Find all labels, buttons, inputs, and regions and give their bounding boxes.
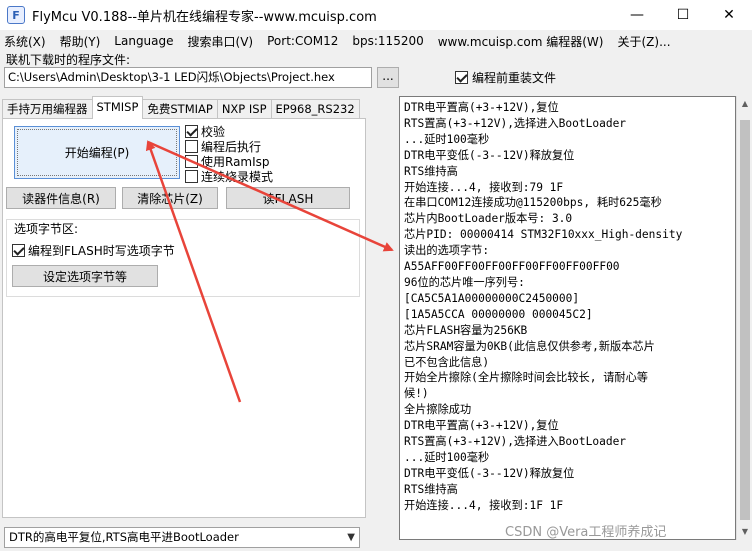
log-output[interactable]: DTR电平置高(+3-+12V),复位 RTS置高(+3-+12V),选择进入B… <box>399 96 736 540</box>
scrollbar-thumb[interactable] <box>740 120 750 520</box>
minimize-button[interactable]: — <box>614 0 660 30</box>
start-programming-button[interactable]: 开始编程(P) <box>14 126 180 179</box>
tab-handheld-programmer[interactable]: 手持万用编程器 <box>2 99 93 119</box>
menu-port[interactable]: Port:COM12 <box>267 34 338 48</box>
window-title: FlyMcu V0.188--单片机在线编程专家--www.mcuisp.com <box>32 9 377 25</box>
log-line: 开始全片擦除(全片擦除时间会比较长, 请耐心等 <box>404 371 648 385</box>
continuous-burn-label: 连续烧录模式 <box>201 170 274 184</box>
log-line: DTR电平置高(+3-+12V),复位 <box>404 419 559 433</box>
title-bar: F FlyMcu V0.188--单片机在线编程专家--www.mcuisp.c… <box>0 0 752 30</box>
log-line: 开始连接...4, 接收到:1F 1F <box>404 498 564 512</box>
reload-checkbox[interactable] <box>455 71 468 84</box>
menu-programmer[interactable]: www.mcuisp.com 编程器(W) <box>438 33 604 50</box>
watermark: CSDN @Vera工程师养成记 <box>505 525 667 540</box>
log-line: DTR电平置高(+3-+12V),复位 <box>404 101 559 114</box>
focus-rectangle <box>17 129 177 176</box>
log-line: RTS维持高 <box>404 164 458 178</box>
menu-bar: 系统(X) 帮助(Y) Language 搜索串口(V) Port:COM12 … <box>0 30 752 52</box>
log-line: 芯片内BootLoader版本号: 3.0 <box>404 212 573 226</box>
log-line: ...延时100毫秒 <box>404 132 490 146</box>
log-line: A55AFF00FF00FF00FF00FF00FF00FF00 <box>404 260 620 274</box>
use-ramisp-checkbox[interactable] <box>185 155 198 168</box>
log-line: ...延时100毫秒 <box>404 450 490 464</box>
verify-checkbox[interactable] <box>185 125 198 138</box>
log-line: 候!) <box>404 387 429 401</box>
log-line: 芯片PID: 00000414 STM32F10xxx_High-density <box>404 228 683 242</box>
option-bytes-group-label: 选项字节区: <box>12 220 81 237</box>
log-line: 在串口COM12连接成功@115200bps, 耗时625毫秒 <box>404 196 662 210</box>
log-line: 开始连接...4, 接收到:79 1F <box>404 180 564 194</box>
maximize-button[interactable]: ☐ <box>660 0 706 30</box>
log-line: 芯片SRAM容量为0KB(此信息仅供参考,新版本芯片 <box>404 339 655 353</box>
tab-strip: 手持万用编程器 STMISP 免费STMIAP NXP ISP EP968_RS… <box>2 96 360 119</box>
log-line: 全片擦除成功 <box>404 403 472 417</box>
log-line: RTS置高(+3-+12V),选择进入BootLoader <box>404 116 627 130</box>
write-option-bytes-checkbox[interactable] <box>12 244 25 257</box>
set-option-bytes-button[interactable]: 设定选项字节等 <box>12 265 158 287</box>
menu-bps[interactable]: bps:115200 <box>352 34 423 48</box>
program-file-label: 联机下载时的程序文件: <box>6 53 131 67</box>
browse-file-button[interactable]: ... <box>377 67 399 88</box>
scroll-up-icon[interactable]: ▲ <box>737 96 752 112</box>
log-line: 已不包含此信息) <box>404 355 490 369</box>
reload-label: 编程前重装文件 <box>472 71 557 85</box>
tab-free-stmiap[interactable]: 免费STMIAP <box>142 99 218 119</box>
menu-language[interactable]: Language <box>114 34 173 48</box>
continuous-burn-option[interactable]: 连续烧录模式 <box>185 168 273 185</box>
tab-nxp-isp[interactable]: NXP ISP <box>216 99 272 119</box>
continuous-burn-checkbox[interactable] <box>185 170 198 183</box>
log-line: RTS维持高 <box>404 482 458 496</box>
write-option-bytes-label: 编程到FLASH时写选项字节 <box>28 244 175 258</box>
log-line: 96位的芯片唯一序列号: <box>404 275 525 289</box>
program-file-path-input[interactable]: C:\Users\Admin\Desktop\3-1 LED闪烁\Objects… <box>4 67 372 88</box>
read-flash-button[interactable]: 读FLASH <box>226 187 350 209</box>
log-line: 读出的选项字节: <box>404 244 490 258</box>
app-icon: F <box>7 6 25 24</box>
tab-ep968-rs232[interactable]: EP968_RS232 <box>270 99 360 119</box>
write-option-bytes-option[interactable]: 编程到FLASH时写选项字节 <box>12 242 175 259</box>
log-scrollbar[interactable]: ▲ ▼ <box>736 96 752 540</box>
tab-stmisp[interactable]: STMISP <box>91 96 144 119</box>
scroll-down-icon[interactable]: ▼ <box>737 524 752 540</box>
log-line: DTR电平变低(-3--12V)释放复位 <box>404 466 575 480</box>
log-line: RTS置高(+3-+12V),选择进入BootLoader <box>404 435 627 449</box>
log-line: DTR电平变低(-3--12V)释放复位 <box>404 148 575 162</box>
log-line: [CA5C5A1A00000000C2450000] <box>404 291 580 305</box>
erase-chip-button[interactable]: 清除芯片(Z) <box>122 187 218 209</box>
run-after-program-checkbox[interactable] <box>185 140 198 153</box>
menu-search-port[interactable]: 搜索串口(V) <box>188 33 254 50</box>
menu-system[interactable]: 系统(X) <box>4 33 46 50</box>
reload-before-program-option[interactable]: 编程前重装文件 <box>455 69 556 86</box>
chevron-down-icon[interactable]: ▼ <box>347 528 355 547</box>
reset-mode-value: DTR的高电平复位,RTS高电平进BootLoader <box>9 530 239 544</box>
menu-about[interactable]: 关于(Z)... <box>617 33 670 50</box>
window-controls: — ☐ ✕ <box>614 0 752 30</box>
read-device-info-button[interactable]: 读器件信息(R) <box>6 187 116 209</box>
log-line: 芯片FLASH容量为256KB <box>404 323 528 337</box>
close-button[interactable]: ✕ <box>706 0 752 30</box>
menu-help[interactable]: 帮助(Y) <box>60 33 101 50</box>
reset-mode-select[interactable]: DTR的高电平复位,RTS高电平进BootLoader ▼ <box>4 527 360 548</box>
log-line: [1A5A5CCA 00000000 000045C2] <box>404 307 593 321</box>
